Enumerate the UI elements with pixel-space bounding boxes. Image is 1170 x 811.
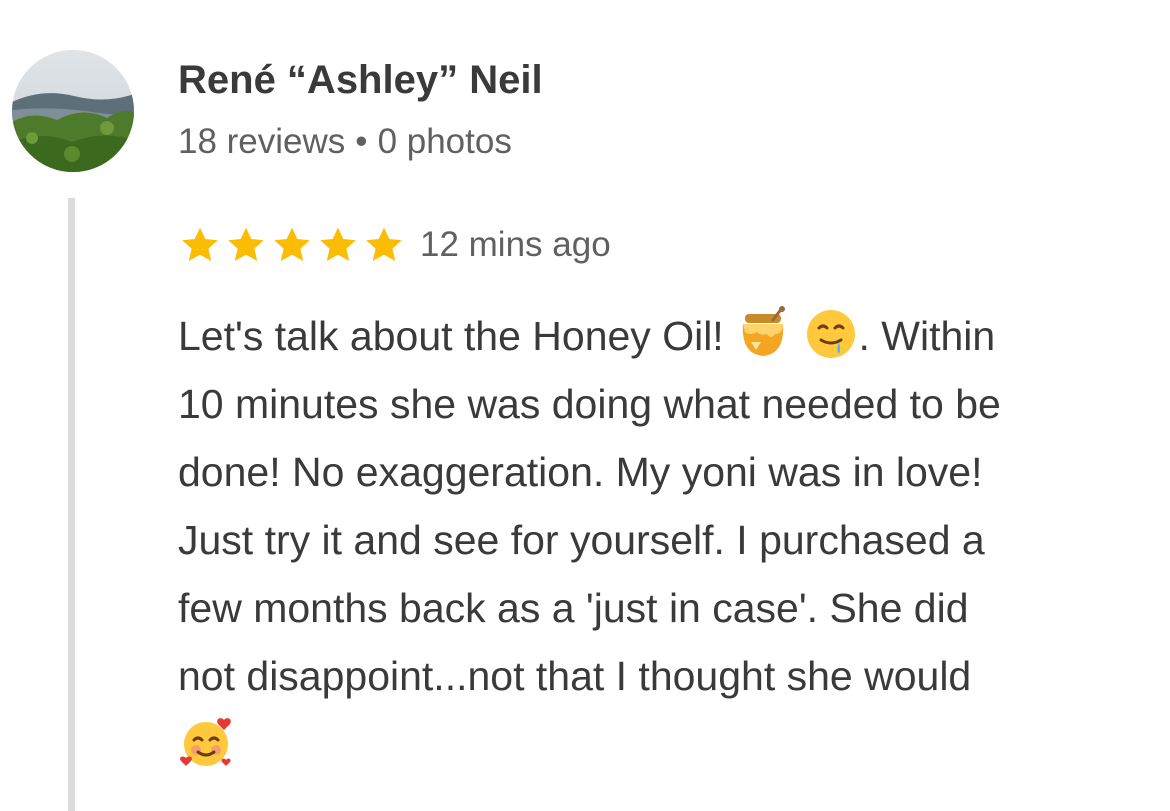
review-thread-line xyxy=(68,198,75,811)
review-text: Let's talk about the Honey Oil! . Within… xyxy=(178,302,1163,778)
reviewer-meta[interactable]: 18 reviews • 0 photos xyxy=(178,120,512,164)
reviewer-name[interactable]: René “Ashley” Neil xyxy=(178,56,543,104)
review-text-segment: . Within xyxy=(858,313,996,359)
review-time: 12 mins ago xyxy=(420,225,611,264)
review-line: Let's talk about the Honey Oil! . Within xyxy=(178,302,1163,370)
rating-row: 12 mins ago xyxy=(178,220,611,270)
review-line: 10 minutes she was doing what needed to … xyxy=(178,381,1001,427)
honey-pot-icon xyxy=(735,306,791,362)
review-text-segment: Let's talk about the Honey Oil! xyxy=(178,313,736,359)
star-icon xyxy=(320,227,356,261)
star-icon xyxy=(274,227,310,261)
reviews-count: 18 reviews xyxy=(178,122,346,161)
avatar[interactable] xyxy=(12,50,134,172)
review-line: done! No exaggeration. My yoni was in lo… xyxy=(178,449,983,495)
photos-count: 0 photos xyxy=(377,122,512,161)
review-line: few months back as a 'just in case'. She… xyxy=(178,585,969,631)
review-line xyxy=(178,710,1163,778)
star-icon xyxy=(228,227,264,261)
drooling-face-icon xyxy=(803,306,859,362)
landscape-avatar-image xyxy=(12,50,134,172)
review-line: not disappoint...not that I thought she … xyxy=(178,653,972,699)
smiling-face-with-hearts-icon xyxy=(178,714,234,770)
review-line: Just try it and see for yourself. I purc… xyxy=(178,517,985,563)
star-icon xyxy=(182,227,218,261)
star-icon xyxy=(366,227,402,261)
meta-separator: • xyxy=(355,122,368,161)
star-rating xyxy=(178,223,406,267)
